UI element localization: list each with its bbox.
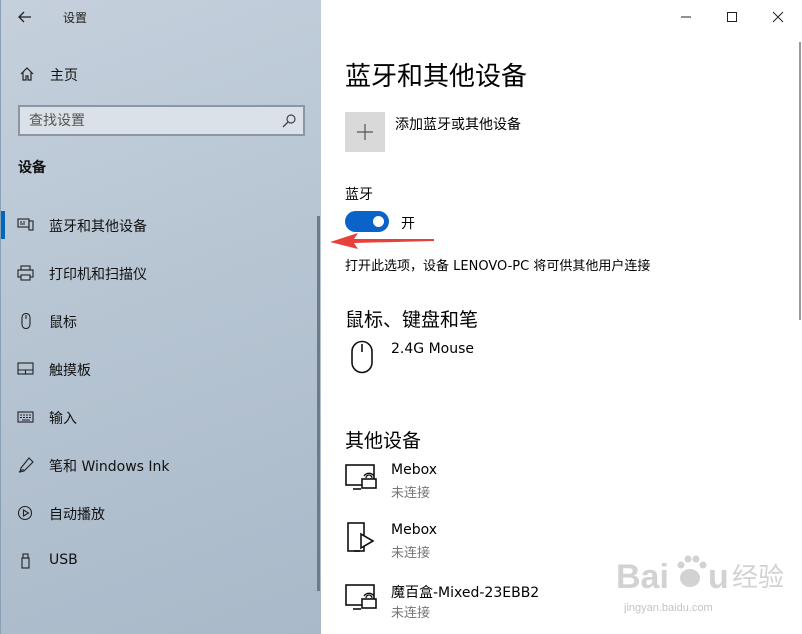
mouse-icon (21, 313, 31, 329)
search-icon[interactable] (281, 113, 297, 129)
search-input[interactable] (20, 107, 303, 134)
device-name: Mebox (391, 462, 437, 478)
sidebar-item-label: 触摸板 (49, 363, 91, 379)
sidebar-item-label: 鼠标 (49, 315, 77, 331)
sidebar-item-label: USB (49, 552, 78, 568)
watermark-brand-cn: 经验 (732, 563, 784, 593)
wireless-display-icon (345, 464, 377, 490)
main-content: 蓝牙和其他设备 添加蓝牙或其他设备 蓝牙 开 打开此选项，设备 LENOVO-P… (321, 0, 802, 634)
search-box[interactable] (18, 105, 305, 136)
other-section-title: 其他设备 (345, 430, 422, 452)
sidebar-item-label: 输入 (49, 411, 77, 427)
bluetooth-label: 蓝牙 (345, 187, 373, 203)
watermark-brand-1: Bai (616, 558, 669, 596)
sidebar-item-label: 自动播放 (49, 507, 105, 523)
sidebar-item-touchpad[interactable]: 触摸板 (1, 349, 322, 389)
minimize-button[interactable] (663, 0, 709, 34)
sidebar-item-pen[interactable]: 笔和 Windows Ink (1, 445, 322, 485)
sidebar-item-bluetooth[interactable]: 蓝牙和其他设备 (1, 205, 322, 245)
watermark-url: jingyan.baidu.com (624, 602, 713, 614)
toggle-knob (373, 216, 384, 227)
plus-icon (357, 124, 373, 140)
maximize-button[interactable] (709, 0, 755, 34)
device-status: 未连接 (391, 486, 431, 501)
device-name: Mebox (391, 522, 437, 538)
sidebar-item-label: 打印机和扫描仪 (49, 267, 147, 283)
media-player-icon (347, 522, 375, 552)
page-title: 蓝牙和其他设备 (345, 62, 528, 92)
wireless-display-icon (345, 584, 377, 610)
keyboard-icon (17, 411, 34, 423)
home-icon (20, 67, 34, 81)
touchpad-icon (17, 362, 34, 375)
add-device-label[interactable]: 添加蓝牙或其他设备 (395, 114, 521, 134)
close-button[interactable] (755, 0, 801, 34)
sidebar: 设置 主页 设备 蓝牙和其他设备 打印机和扫描仪 (0, 0, 321, 634)
device-item[interactable]: 2.4G Mouse (345, 340, 785, 384)
sidebar-scrollbar[interactable] (317, 216, 320, 591)
close-icon (772, 11, 784, 23)
maximize-icon (727, 12, 737, 22)
bluetooth-devices-icon (17, 218, 34, 231)
pen-icon (18, 457, 34, 473)
main-scrollbar[interactable] (799, 42, 801, 320)
mouse-section-title: 鼠标、键盘和笔 (345, 309, 479, 331)
printer-icon (17, 265, 34, 281)
device-status: 未连接 (391, 606, 431, 621)
sidebar-item-label: 笔和 Windows Ink (49, 459, 170, 475)
sidebar-item-mouse[interactable]: 鼠标 (1, 301, 322, 341)
add-device-button[interactable] (345, 112, 385, 152)
home-label: 主页 (50, 68, 78, 84)
bluetooth-description: 打开此选项，设备 LENOVO-PC 将可供其他用户连接 (345, 259, 651, 274)
device-status: 未连接 (391, 546, 431, 561)
sidebar-item-autoplay[interactable]: 自动播放 (1, 493, 322, 533)
minimize-icon (681, 16, 691, 18)
app-title: 设置 (63, 10, 88, 25)
section-title: 设备 (18, 160, 46, 176)
sidebar-item-printers[interactable]: 打印机和扫描仪 (1, 253, 322, 293)
sidebar-item-typing[interactable]: 输入 (1, 397, 322, 437)
back-button[interactable] (1, 0, 49, 34)
device-name: 魔百盒-Mixed-23EBB2 (391, 585, 540, 601)
usb-icon (21, 553, 30, 569)
device-item[interactable]: Mebox 未连接 (345, 461, 785, 505)
annotation-arrow-icon (330, 233, 434, 249)
sidebar-item-home[interactable]: 主页 (1, 58, 322, 90)
sidebar-item-label: 蓝牙和其他设备 (49, 219, 147, 235)
watermark-brand-2: u (708, 558, 729, 596)
back-arrow-icon (18, 11, 31, 23)
device-name: 2.4G Mouse (391, 341, 474, 357)
sidebar-item-usb[interactable]: USB (1, 541, 322, 581)
mouse-device-icon (351, 340, 373, 374)
sidebar-title-bar: 设置 (1, 0, 322, 34)
autoplay-icon (17, 505, 33, 521)
